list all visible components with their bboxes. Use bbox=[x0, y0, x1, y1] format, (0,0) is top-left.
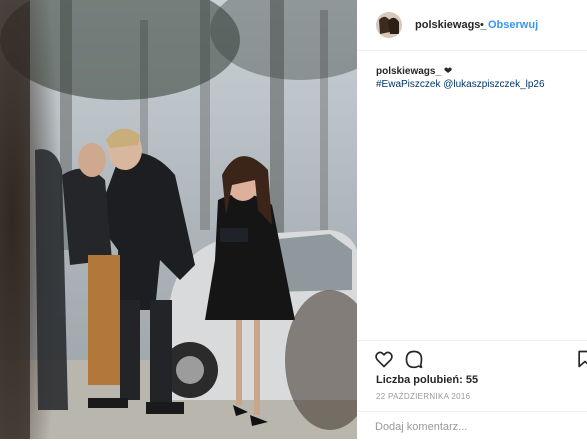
hashtag-link[interactable]: #EwaPiszczek bbox=[376, 79, 440, 90]
post-side-panel: polskiewags_ • Obserwuj polskiewags_ ❤ #… bbox=[357, 0, 587, 439]
post-date: 22 PAŹDZIERNIKA 2016 bbox=[376, 392, 471, 401]
post-actions: Liczba polubień: 55 22 PAŹDZIERNIKA 2016 bbox=[357, 340, 587, 440]
separator-dot: • bbox=[480, 19, 484, 31]
comment-input[interactable] bbox=[375, 419, 545, 435]
username-link[interactable]: polskiewags_ bbox=[415, 19, 487, 31]
bookmark-icon[interactable] bbox=[575, 349, 587, 369]
caption-hashtags: #EwaPiszczek @lukaszpiszczek_lp26 bbox=[376, 79, 545, 90]
heart-icon[interactable] bbox=[374, 349, 394, 369]
post-header: polskiewags_ • Obserwuj bbox=[357, 0, 587, 51]
caption-username[interactable]: polskiewags_ bbox=[376, 66, 441, 77]
likes-count[interactable]: Liczba polubień: 55 bbox=[376, 374, 478, 386]
avatar-image bbox=[376, 12, 402, 38]
follow-button[interactable]: Obserwuj bbox=[488, 19, 538, 31]
speech-bubble-icon[interactable] bbox=[404, 349, 424, 369]
post-caption: polskiewags_ ❤ #EwaPiszczek @lukaszpiszc… bbox=[376, 65, 581, 91]
post-photo[interactable] bbox=[0, 0, 357, 439]
heart-emoji: ❤ bbox=[443, 66, 453, 77]
comment-bar bbox=[357, 411, 587, 441]
avatar[interactable] bbox=[376, 12, 402, 38]
post-image bbox=[0, 0, 357, 439]
mention-link[interactable]: @lukaszpiszczek_lp26 bbox=[443, 79, 544, 90]
